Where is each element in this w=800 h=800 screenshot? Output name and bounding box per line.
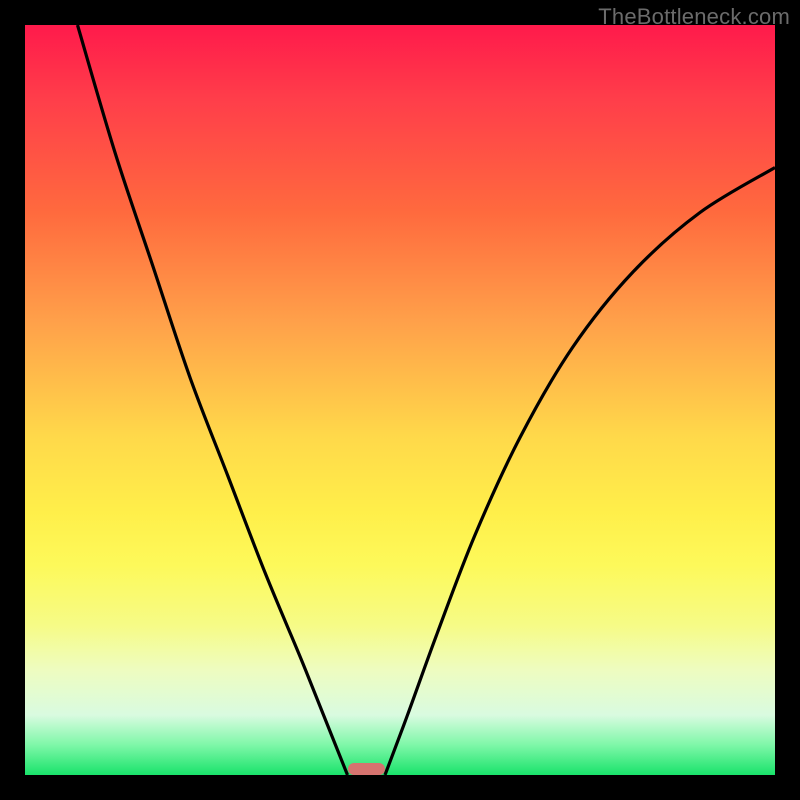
bottleneck-marker <box>348 763 386 775</box>
right-curve <box>385 168 775 776</box>
chart-plot-area <box>25 25 775 775</box>
left-curve <box>78 25 348 775</box>
watermark-text: TheBottleneck.com <box>598 4 790 30</box>
chart-curves-svg <box>25 25 775 775</box>
